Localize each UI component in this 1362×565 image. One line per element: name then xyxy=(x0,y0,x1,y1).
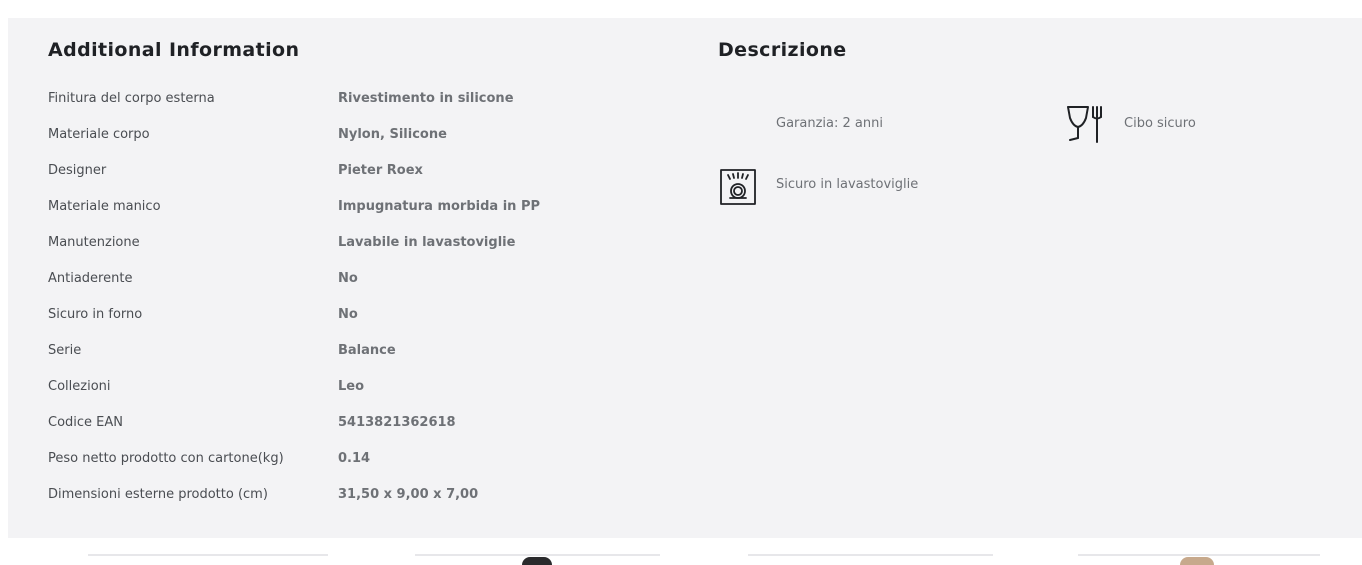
spec-value: No xyxy=(338,271,358,286)
spec-value: Balance xyxy=(338,343,396,358)
spec-value: Pieter Roex xyxy=(338,163,423,178)
descrizione-heading: Descrizione xyxy=(718,39,847,61)
additional-information-heading: Additional Information xyxy=(48,39,300,61)
product-image-top xyxy=(522,557,552,565)
spec-value: 31,50 x 9,00 x 7,00 xyxy=(338,487,479,502)
spec-row: Sicuro in forno No xyxy=(48,307,668,327)
spec-row: Collezioni Leo xyxy=(48,379,668,399)
warranty-text: Garanzia: 2 anni xyxy=(776,116,883,131)
dishwasher-icon xyxy=(719,168,757,210)
product-card-edge[interactable] xyxy=(1078,554,1320,556)
dishwasher-safe-text: Sicuro in lavastoviglie xyxy=(776,177,919,192)
spec-row: Dimensioni esterne prodotto (cm) 31,50 x… xyxy=(48,487,668,507)
spec-label: Designer xyxy=(48,163,107,178)
spec-value: No xyxy=(338,307,358,322)
spec-label: Antiaderente xyxy=(48,271,133,286)
spec-row: Manutenzione Lavabile in lavastoviglie xyxy=(48,235,668,255)
spec-row: Peso netto prodotto con cartone(kg) 0.14 xyxy=(48,451,668,471)
spec-value: Leo xyxy=(338,379,365,394)
product-image-top xyxy=(1180,557,1214,565)
product-card-edge[interactable] xyxy=(748,554,993,556)
spec-value: 5413821362618 xyxy=(338,415,456,430)
spec-label: Codice EAN xyxy=(48,415,124,430)
spec-label: Finitura del corpo esterna xyxy=(48,91,215,106)
spec-row: Materiale manico Impugnatura morbida in … xyxy=(48,199,668,219)
spec-label: Peso netto prodotto con cartone(kg) xyxy=(48,451,284,466)
spec-label: Serie xyxy=(48,343,82,358)
glass-fork-icon xyxy=(1066,104,1106,150)
spec-label: Dimensioni esterne prodotto (cm) xyxy=(48,487,268,502)
spec-value: Impugnatura morbida in PP xyxy=(338,199,541,214)
spec-row: Antiaderente No xyxy=(48,271,668,291)
related-products-strip xyxy=(0,538,1362,565)
spec-value: Rivestimento in silicone xyxy=(338,91,514,106)
spec-value: 0.14 xyxy=(338,451,371,466)
spec-value: Nylon, Silicone xyxy=(338,127,447,142)
spec-row: Finitura del corpo esterna Rivestimento … xyxy=(48,91,668,111)
spec-value: Lavabile in lavastoviglie xyxy=(338,235,516,250)
spec-label: Collezioni xyxy=(48,379,111,394)
spec-row: Designer Pieter Roex xyxy=(48,163,668,183)
product-card-edge[interactable] xyxy=(88,554,328,556)
spec-row: Serie Balance xyxy=(48,343,668,363)
spec-row: Codice EAN 5413821362618 xyxy=(48,415,668,435)
food-safe-text: Cibo sicuro xyxy=(1124,116,1196,131)
spec-label: Sicuro in forno xyxy=(48,307,143,322)
product-info-panel: Additional Information Finitura del corp… xyxy=(8,18,1362,538)
spec-row: Materiale corpo Nylon, Silicone xyxy=(48,127,668,147)
spec-label: Materiale manico xyxy=(48,199,161,214)
spec-label: Manutenzione xyxy=(48,235,140,250)
spec-label: Materiale corpo xyxy=(48,127,150,142)
product-card-edge[interactable] xyxy=(415,554,660,556)
